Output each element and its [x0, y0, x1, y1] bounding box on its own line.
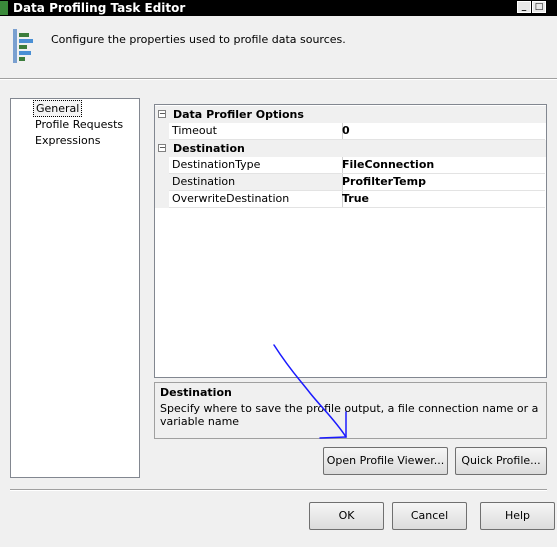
header-description: Configure the properties used to profile…: [51, 33, 346, 46]
property-name: Timeout: [169, 123, 343, 140]
category-data-profiler-options[interactable]: − Data Profiler Options: [155, 106, 546, 123]
cancel-button[interactable]: Cancel: [392, 502, 467, 530]
property-value[interactable]: FileConnection: [340, 157, 545, 174]
help-button[interactable]: Help: [480, 502, 555, 530]
nav-item-general[interactable]: General: [33, 100, 83, 117]
help-title: Destination: [160, 386, 232, 399]
property-name: DestinationType: [169, 157, 343, 174]
help-text: Specify where to save the profile output…: [160, 402, 539, 428]
nav-item-profile-requests[interactable]: Profile Requests: [33, 117, 125, 132]
property-value[interactable]: ProfilterTemp: [340, 174, 545, 191]
property-grid: − Data Profiler Options Timeout 0 − Dest…: [154, 104, 547, 378]
ok-button[interactable]: OK: [309, 502, 384, 530]
property-value[interactable]: True: [340, 191, 545, 208]
open-profile-viewer-button[interactable]: Open Profile Viewer...: [323, 447, 448, 475]
property-row-timeout[interactable]: Timeout 0: [155, 123, 546, 140]
left-nav-pane: General Profile Requests Expressions: [10, 98, 140, 478]
footer-divider: [10, 489, 547, 491]
collapse-icon[interactable]: −: [158, 144, 166, 152]
category-destination[interactable]: − Destination: [155, 140, 546, 157]
window-title: Data Profiling Task Editor: [13, 1, 186, 15]
category-label: Data Profiler Options: [173, 108, 304, 121]
maximize-button[interactable]: □: [532, 1, 546, 13]
property-row-destination[interactable]: Destination ProfilterTemp: [155, 174, 546, 191]
header-divider: [0, 78, 557, 80]
collapse-icon[interactable]: −: [158, 110, 166, 118]
property-help-panel: Destination Specify where to save the pr…: [154, 382, 547, 439]
quick-profile-button[interactable]: Quick Profile...: [455, 447, 547, 475]
app-icon: [0, 1, 8, 15]
nav-item-expressions[interactable]: Expressions: [33, 133, 102, 148]
property-name: Destination: [169, 174, 343, 191]
property-row-overwrite-destination[interactable]: OverwriteDestination True: [155, 191, 546, 208]
title-bar: Data Profiling Task Editor _ □: [0, 0, 557, 16]
property-name: OverwriteDestination: [169, 191, 343, 208]
property-row-destination-type[interactable]: DestinationType FileConnection: [155, 157, 546, 174]
property-value[interactable]: 0: [340, 123, 545, 140]
minimize-button[interactable]: _: [517, 1, 531, 13]
category-label: Destination: [173, 142, 245, 155]
profiling-task-icon: [13, 29, 33, 63]
